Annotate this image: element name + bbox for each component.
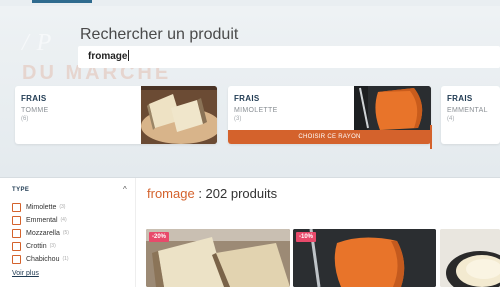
- grated-cheese-product-image: [440, 229, 500, 287]
- rayon-name: EMMENTAL: [447, 107, 488, 114]
- filter-option-emmental[interactable]: Emmental (4): [12, 215, 67, 225]
- text-caret: [128, 50, 130, 61]
- chevron-up-icon[interactable]: ^: [123, 185, 127, 194]
- filter-option-count: (1): [62, 256, 69, 262]
- filter-sidebar: TYPE ^ Mimolette (3) Emmental (4) Mozzar…: [0, 178, 135, 287]
- product-card[interactable]: -20%: [146, 229, 290, 287]
- filter-option-count: (3): [59, 204, 66, 210]
- search-box[interactable]: fromage: [78, 46, 500, 68]
- mimolette-cheese-image: [354, 86, 431, 130]
- tomme-cheese-image: [141, 86, 217, 144]
- checkbox[interactable]: [12, 254, 21, 264]
- filter-option-label: Mozzarella: [26, 229, 60, 237]
- choose-rayon-button[interactable]: CHOISIR CE RAYON: [228, 130, 431, 144]
- checkbox[interactable]: [12, 202, 21, 212]
- filter-option-label: Chabichou: [26, 255, 60, 263]
- rayon-count: (6): [21, 116, 29, 122]
- divider: [135, 178, 136, 287]
- filter-type-title: TYPE: [12, 187, 30, 193]
- filter-option-label: Crottin: [26, 242, 47, 250]
- rayon-card-tomme[interactable]: FRAIS TOMME (6): [15, 86, 217, 144]
- discount-badge: -10%: [296, 232, 317, 242]
- filter-option-chabichou[interactable]: Chabichou (1): [12, 254, 69, 264]
- filter-option-crottin[interactable]: Crottin (3): [12, 241, 56, 251]
- filter-option-count: (3): [49, 243, 56, 249]
- see-more-link[interactable]: Voir plus: [12, 270, 39, 277]
- brand-accent-bar: [32, 0, 92, 3]
- filter-option-mimolette[interactable]: Mimolette (3): [12, 202, 65, 212]
- results-heading: fromage : 202 produits: [147, 186, 277, 201]
- search-query-text: fromage: [88, 51, 128, 62]
- rayon-kicker: FRAIS: [447, 94, 473, 103]
- rayon-name: MIMOLETTE: [234, 107, 278, 114]
- rayon-name: TOMME: [21, 107, 49, 114]
- product-card[interactable]: -10%: [293, 229, 436, 287]
- filter-option-label: Mimolette: [26, 203, 57, 211]
- filter-option-count: (5): [62, 230, 69, 236]
- rayon-kicker: FRAIS: [21, 94, 47, 103]
- product-card[interactable]: [440, 229, 500, 287]
- filter-option-count: (4): [60, 217, 67, 223]
- checkbox[interactable]: [12, 228, 21, 238]
- carousel-scrollbar[interactable]: [430, 125, 432, 149]
- results-query: fromage: [147, 186, 195, 201]
- rayon-card-mimolette[interactable]: FRAIS MIMOLETTE (3) CHOISIR CE RAYON: [228, 86, 431, 144]
- filter-option-label: Emmental: [26, 216, 58, 224]
- search-input[interactable]: fromage: [88, 50, 388, 62]
- rayon-count: (4): [447, 116, 455, 122]
- discount-badge: -20%: [149, 232, 170, 242]
- rayon-kicker: FRAIS: [234, 94, 260, 103]
- rayon-count: (3): [234, 116, 242, 122]
- rayon-card-emmental[interactable]: FRAIS EMMENTAL (4): [441, 86, 500, 144]
- checkbox[interactable]: [12, 215, 21, 225]
- checkbox[interactable]: [12, 241, 21, 251]
- results-count: : 202 produits: [194, 186, 278, 201]
- filter-option-mozzarella[interactable]: Mozzarella (5): [12, 228, 69, 238]
- search-title: Rechercher un produit: [80, 26, 239, 43]
- background-watermark-1: / P: [22, 30, 53, 56]
